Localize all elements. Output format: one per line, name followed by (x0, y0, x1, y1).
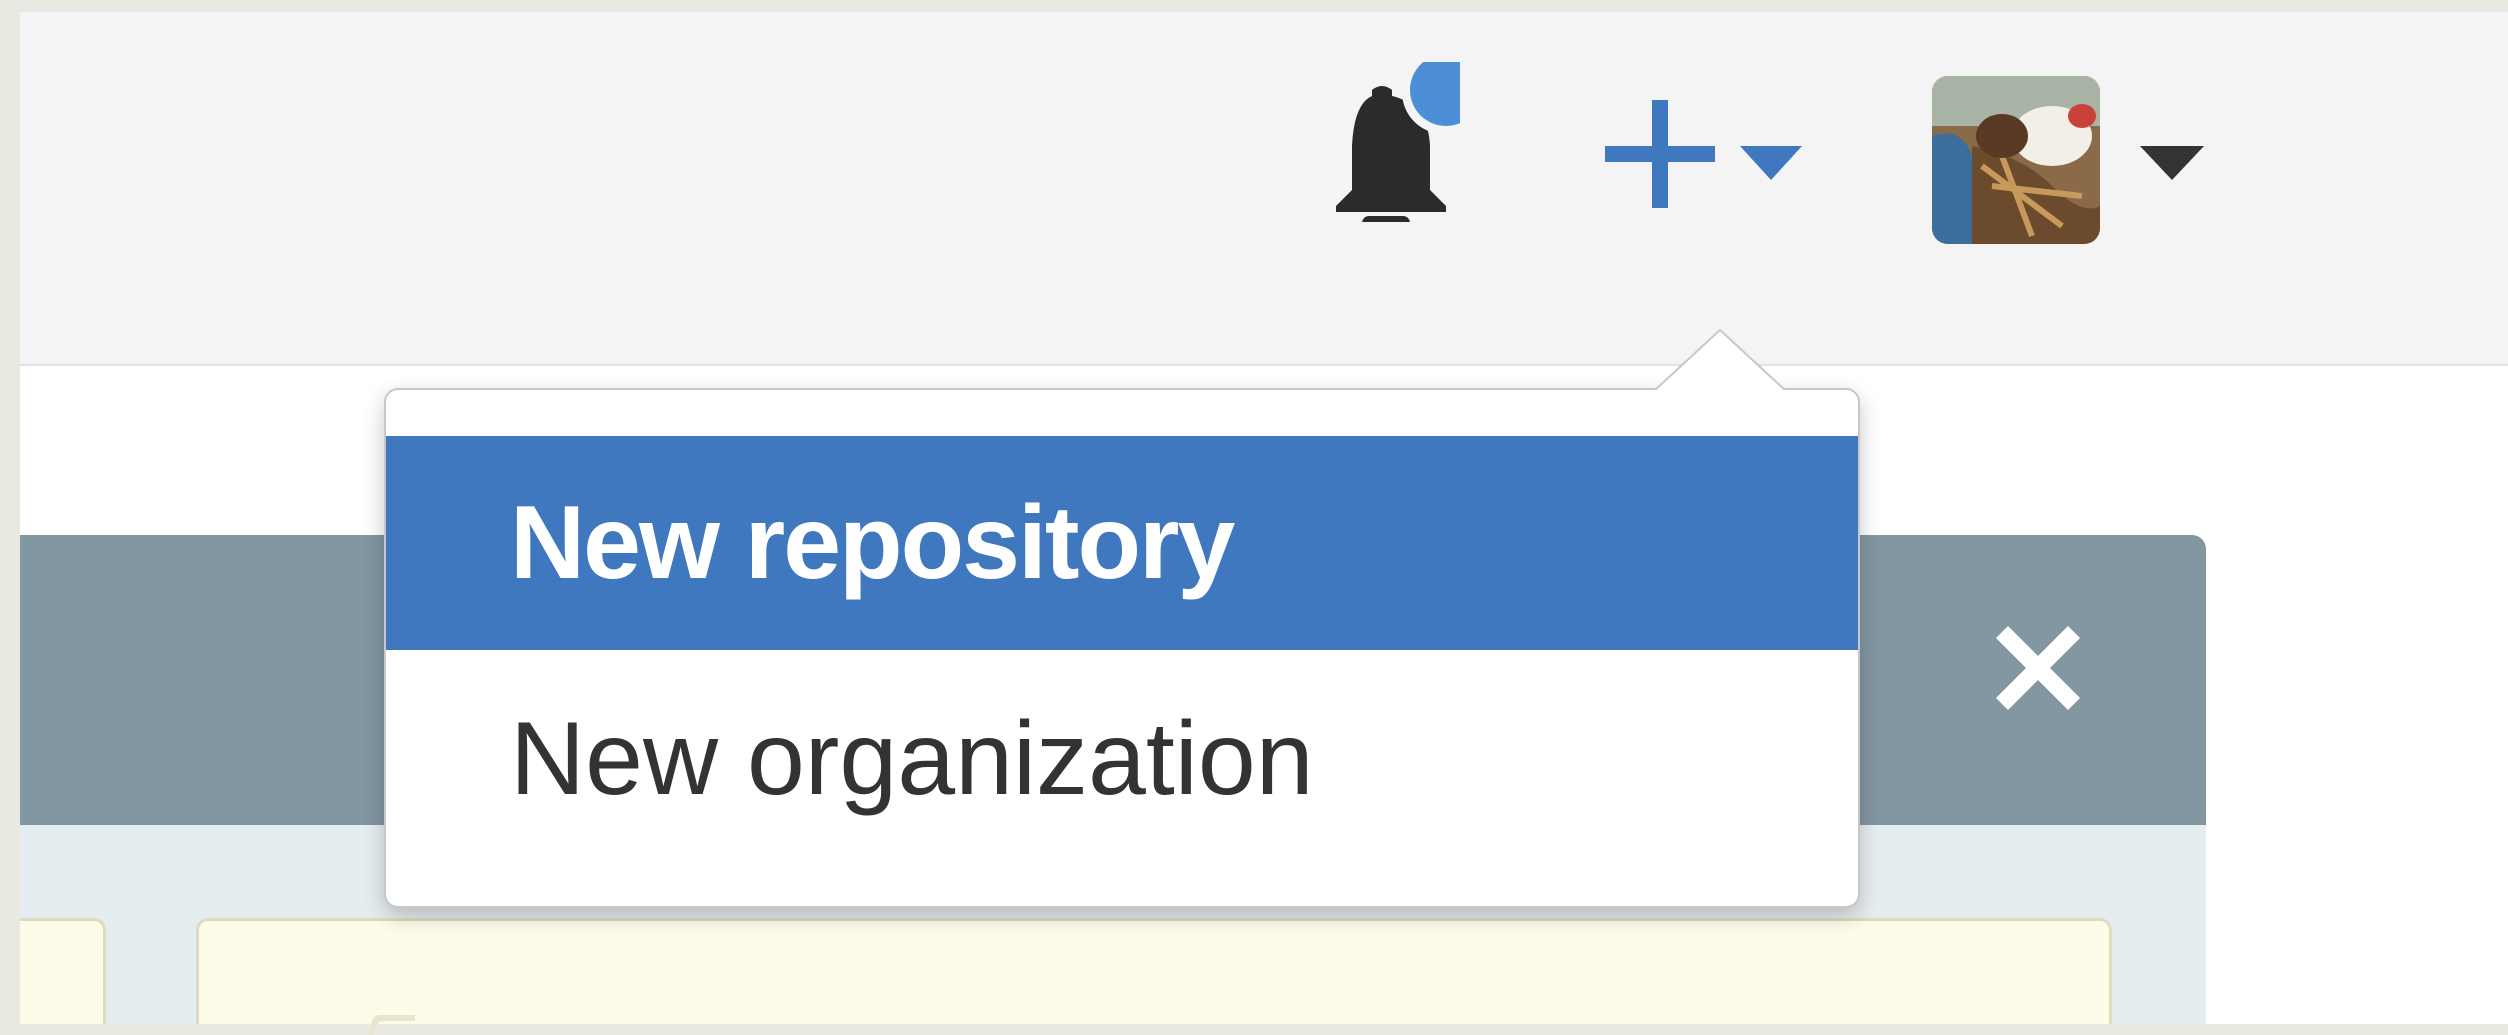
bell-icon (1336, 50, 1486, 230)
profile-menu-caret[interactable] (2140, 146, 2204, 180)
card-icon-fragment (367, 1015, 415, 1035)
plus-icon (1605, 100, 1715, 208)
close-button[interactable] (1988, 618, 2088, 718)
avatar[interactable] (1932, 76, 2100, 244)
top-header (20, 12, 2508, 366)
info-card (196, 918, 2112, 1035)
window-left-edge (0, 0, 20, 1024)
menu-item-new-repository[interactable]: New repository (386, 436, 1858, 650)
window-top-edge (0, 0, 2508, 12)
close-icon (1995, 625, 2081, 711)
caret-down-icon (2140, 146, 2204, 180)
dropdown-pointer (1655, 328, 1785, 392)
menu-item-new-organization[interactable]: New organization (386, 652, 1858, 866)
create-new-caret[interactable] (1740, 146, 1802, 180)
notifications-button[interactable] (1330, 50, 1486, 230)
create-new-dropdown: New repository New organization (384, 388, 1860, 908)
avatar-image (1932, 76, 2100, 244)
create-new-button[interactable] (1605, 100, 1715, 208)
info-card (20, 918, 106, 1024)
caret-down-icon (1740, 146, 1802, 180)
